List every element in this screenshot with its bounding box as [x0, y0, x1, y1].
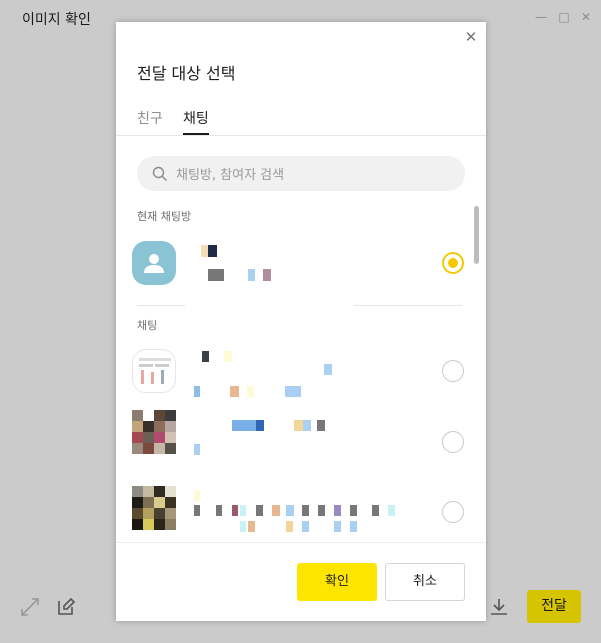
send-button[interactable]: 전달 [527, 590, 581, 623]
search-placeholder: 채팅방, 참여자 검색 [176, 168, 285, 183]
section-divider [137, 305, 185, 306]
download-icon[interactable] [488, 596, 510, 618]
search-input[interactable]: 채팅방, 참여자 검색 [137, 156, 465, 191]
person-icon [144, 254, 164, 273]
tab-divider [116, 135, 486, 136]
cancel-button[interactable]: 취소 [385, 563, 465, 601]
select-radio[interactable] [442, 252, 464, 274]
avatar [132, 410, 176, 454]
footer-divider [116, 542, 486, 543]
avatar [132, 241, 176, 285]
select-radio[interactable] [442, 360, 464, 382]
chat-row[interactable] [116, 339, 476, 403]
group-photo-icon [132, 486, 176, 530]
maximize-icon[interactable]: □ [557, 10, 571, 24]
window-title: 이미지 확인 [22, 12, 91, 28]
chat-row[interactable] [116, 480, 476, 544]
section-label-chats: 채팅 [137, 319, 158, 332]
forward-target-dialog: ✕ 전달 대상 선택 친구 채팅 채팅방, 참여자 검색 현재 채팅방 채팅 확… [116, 22, 486, 621]
edit-icon[interactable] [55, 596, 77, 618]
dialog-title: 전달 대상 선택 [137, 64, 236, 83]
tab-friends[interactable]: 친구 [137, 108, 163, 128]
scrollbar-thumb[interactable] [474, 206, 479, 264]
section-divider [354, 305, 462, 306]
avatar [132, 486, 176, 530]
tab-chats[interactable]: 채팅 [183, 108, 209, 128]
close-window-icon[interactable]: ✕ [579, 10, 593, 24]
select-radio[interactable] [442, 501, 464, 523]
chat-row-current[interactable] [116, 231, 476, 295]
search-icon [152, 166, 167, 181]
close-icon[interactable]: ✕ [462, 28, 480, 46]
app-screenshot-icon [137, 356, 173, 388]
avatar [132, 349, 176, 393]
select-radio[interactable] [442, 431, 464, 453]
group-photo-icon [132, 410, 176, 454]
minimize-icon[interactable]: — [534, 10, 548, 24]
expand-icon[interactable] [19, 596, 41, 618]
section-label-current-chat: 현재 채팅방 [137, 210, 192, 223]
chat-row[interactable] [116, 408, 476, 472]
confirm-button[interactable]: 확인 [297, 563, 377, 601]
